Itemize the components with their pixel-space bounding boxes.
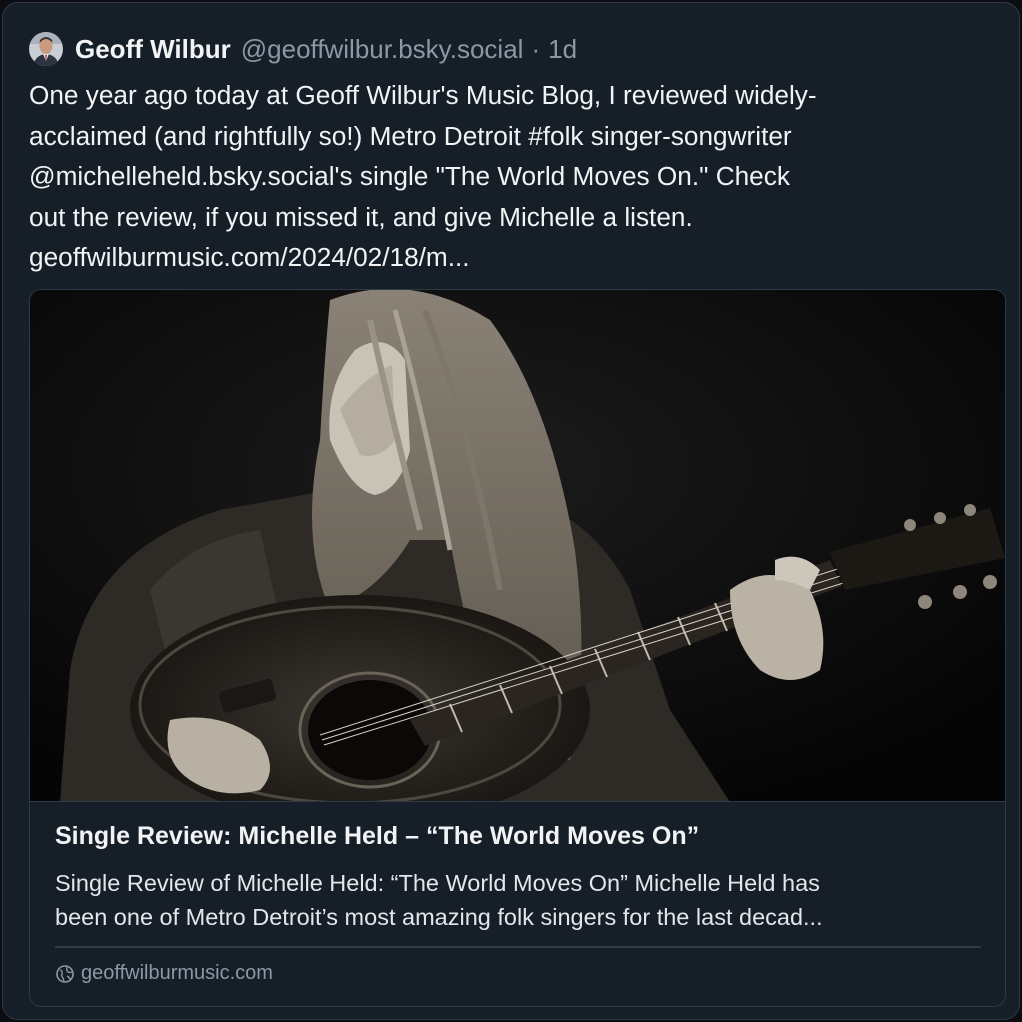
link-preview-description-line: Single Review of Michelle Held: “The Wor… — [55, 870, 820, 896]
avatar[interactable] — [29, 32, 63, 66]
avatar-image — [29, 32, 63, 66]
link-preview-description: Single Review of Michelle Held: “The Wor… — [55, 866, 985, 934]
link-preview-source[interactable]: geoffwilburmusic.com — [55, 962, 273, 985]
post-text-line: @michelleheld.bsky.social's single "The … — [29, 161, 790, 191]
author-handle[interactable]: @geoffwilbur.bsky.social — [241, 34, 524, 65]
link-preview-image[interactable] — [30, 290, 1005, 802]
post-text-line: acclaimed (and rightfully so!) Metro Det… — [29, 120, 792, 151]
post-link[interactable]: geoffwilburmusic.com/2024/02/18/m... — [29, 237, 1004, 278]
post-header: Geoff Wilbur @geoffwilbur.bsky.social · … — [29, 31, 577, 67]
post-text: One year ago today at Geoff Wilbur's Mus… — [29, 75, 1004, 278]
post-text-line: One year ago today at Geoff Wilbur's Mus… — [29, 80, 817, 110]
separator-dot: · — [531, 33, 541, 64]
globe-icon — [55, 964, 75, 984]
link-preview-card[interactable]: Single Review: Michelle Held – “The Worl… — [29, 289, 1006, 1007]
card-divider — [55, 946, 981, 948]
guitar-photo-icon — [30, 290, 1005, 801]
link-preview-domain: geoffwilburmusic.com — [81, 962, 273, 984]
post-card[interactable]: Geoff Wilbur @geoffwilbur.bsky.social · … — [2, 2, 1020, 1020]
post-timestamp[interactable]: 1d — [548, 34, 577, 65]
author-name[interactable]: Geoff Wilbur — [75, 34, 231, 65]
post-text-line: out the review, if you missed it, and gi… — [29, 201, 693, 232]
link-preview-description-line: been one of Metro Detroit’s most amazing… — [55, 904, 823, 930]
link-preview-title[interactable]: Single Review: Michelle Held – “The Worl… — [55, 822, 699, 851]
